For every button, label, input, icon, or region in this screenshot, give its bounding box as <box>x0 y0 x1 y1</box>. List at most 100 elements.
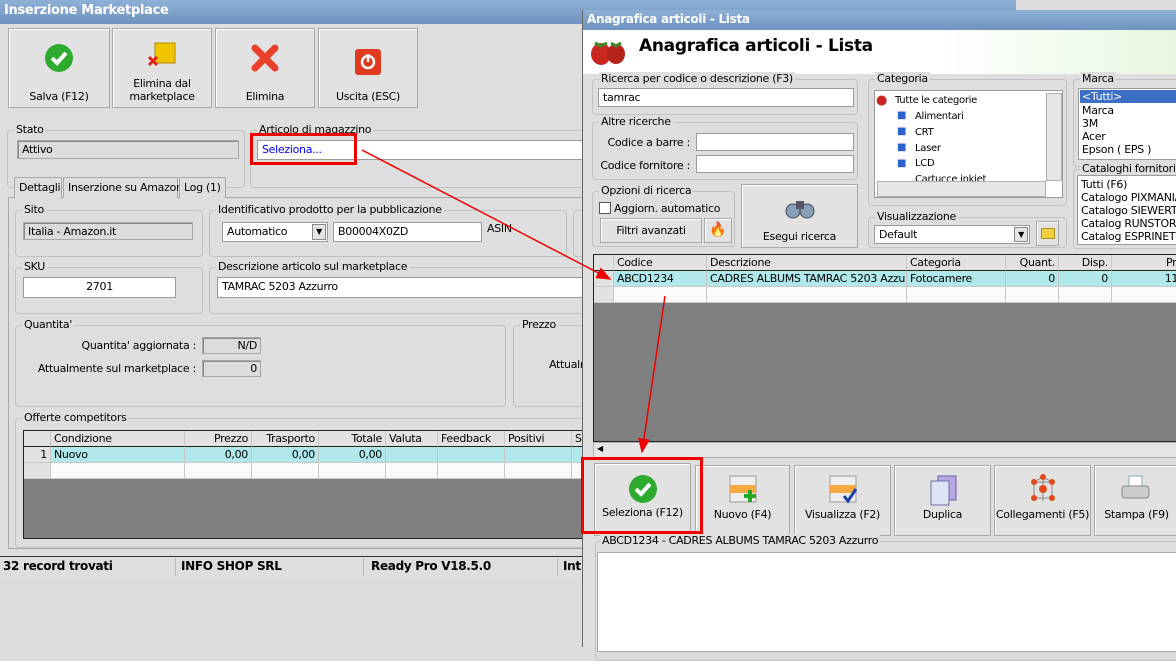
chevron-down-icon[interactable]: ▼ <box>1014 227 1028 242</box>
offerte-cell[interactable] <box>51 463 185 479</box>
articoli-cell[interactable] <box>614 287 707 303</box>
grid-horizontal-scrollbar[interactable]: ◀ <box>593 442 1176 458</box>
cataloghi-list[interactable]: Tutti (F6) Catalogo PIXMANIA Catalogo SI… <box>1077 175 1176 245</box>
scroll-left-icon[interactable]: ◀ <box>597 444 603 453</box>
offerte-cell[interactable] <box>185 463 252 479</box>
offerte-cell[interactable] <box>252 463 319 479</box>
articoli-cell[interactable] <box>707 287 907 303</box>
codice-fornitore-input[interactable] <box>696 155 854 173</box>
category-item[interactable]: LCD <box>915 158 935 169</box>
category-item[interactable]: Laser <box>915 143 941 154</box>
articoli-cell[interactable] <box>907 287 1006 303</box>
offerte-row[interactable]: 1 Nuovo 0,00 0,00 0,00 <box>24 447 622 463</box>
elimina-button[interactable]: Elimina <box>215 28 315 108</box>
offerte-cell[interactable]: 0,00 <box>252 447 319 463</box>
articoli-grid[interactable]: CodiceDescrizioneCategoriaQuant.Disp.Pre… <box>593 254 1176 442</box>
catalogo-item[interactable]: Catalogo PIXMANIA <box>1081 191 1176 204</box>
marca-item-selected[interactable]: <Tutti> <box>1080 90 1176 103</box>
offerte-column-header[interactable]: Feedback <box>438 431 505 447</box>
duplica-button[interactable]: Duplica <box>894 465 991 536</box>
articoli-cell[interactable]: CADRES ALBUMS TAMRAC 5203 Azzurro <box>707 271 907 287</box>
catalogo-item[interactable]: Tutti (F6) <box>1081 178 1127 191</box>
offerte-column-header[interactable]: Valuta <box>386 431 438 447</box>
articoli-cell[interactable] <box>1112 287 1176 303</box>
collegamenti-button[interactable]: Collegamenti (F5) <box>994 465 1091 536</box>
search-input[interactable]: tamrac <box>598 88 854 107</box>
articoli-empty-row[interactable] <box>594 287 1176 303</box>
marca-list[interactable]: <Tutti> Marca 3M Acer Epson ( EPS ) <box>1078 88 1176 160</box>
visualizza-button[interactable]: Visualizza (F2) <box>794 465 891 536</box>
offerte-column-header[interactable]: Positivi <box>505 431 572 447</box>
vertical-scrollbar[interactable] <box>1046 93 1062 181</box>
offerte-column-header[interactable]: Totale <box>319 431 386 447</box>
offerte-cell[interactable] <box>438 463 505 479</box>
offerte-column-header[interactable] <box>24 431 51 447</box>
chevron-down-icon[interactable]: ▼ <box>312 224 326 240</box>
sku-field[interactable]: 2701 <box>23 277 176 298</box>
articoli-cell[interactable]: 0 <box>1006 271 1059 287</box>
offerte-cell[interactable] <box>505 447 572 463</box>
seleziona-button[interactable]: Seleziona (F12) <box>594 463 691 536</box>
descrizione-field[interactable]: TAMRAC 5203 Azzurro <box>217 277 597 298</box>
offerte-cell[interactable]: 1 <box>24 447 51 463</box>
offerte-column-header[interactable]: Condizione <box>51 431 185 447</box>
salva-button[interactable]: Salva (F12) <box>8 28 110 108</box>
offerte-cell[interactable] <box>24 463 51 479</box>
nuovo-button[interactable]: Nuovo (F4) <box>695 465 790 536</box>
asin-field[interactable]: B00004X0ZD <box>333 222 482 242</box>
catalogo-item[interactable]: Catalogo SIEWERT <box>1081 204 1176 217</box>
marca-item[interactable]: Epson ( EPS ) <box>1082 143 1151 156</box>
articoli-cell[interactable] <box>1006 287 1059 303</box>
elimina-marketplace-button[interactable]: Elimina dal marketplace <box>112 28 212 108</box>
articoli-column-header[interactable]: Disp. <box>1059 255 1112 271</box>
visualizzazione-select[interactable]: Default ▼ <box>874 225 1030 244</box>
articoli-cell[interactable]: ABCD1234 <box>614 271 707 287</box>
offerte-header-row[interactable]: Condizione Prezzo Trasporto Totale Valuta Fee… <box>24 431 622 447</box>
articoli-header-row[interactable]: CodiceDescrizioneCategoriaQuant.Disp.Pre… <box>594 255 1176 271</box>
aggiorn-automatico-checkbox[interactable] <box>599 202 611 214</box>
identificativo-select[interactable]: Automatico ▼ <box>222 222 328 242</box>
folder-button[interactable] <box>1036 221 1059 246</box>
articoli-cell[interactable]: 0 <box>1059 271 1112 287</box>
horizontal-scrollbar[interactable] <box>877 181 1046 197</box>
articoli-column-header[interactable]: Descrizione <box>707 255 907 271</box>
offerte-empty-row[interactable] <box>24 463 622 479</box>
articolo-select-field[interactable]: Seleziona... <box>257 140 597 160</box>
tab-log[interactable]: Log (1) <box>179 177 226 198</box>
articoli-column-header[interactable] <box>594 255 614 271</box>
marca-item[interactable]: Acer <box>1082 130 1106 143</box>
category-item[interactable]: Tutte le categorie <box>895 95 977 106</box>
offerte-grid[interactable]: Condizione Prezzo Trasporto Totale Valuta Fee… <box>23 430 623 539</box>
articoli-column-header[interactable]: Categoria <box>907 255 1006 271</box>
offerte-cell[interactable] <box>386 447 438 463</box>
offerte-cell[interactable] <box>319 463 386 479</box>
articoli-cell[interactable]: 118, <box>1112 271 1176 287</box>
offerte-cell[interactable] <box>505 463 572 479</box>
marca-item[interactable]: 3M <box>1082 117 1098 130</box>
marca-item[interactable]: Marca <box>1082 104 1114 117</box>
categoria-tree[interactable]: ● Tutte le categorie ■ Alimentari ■ CRT ■ L… <box>874 90 1063 198</box>
articoli-cell[interactable] <box>594 287 614 303</box>
category-item[interactable]: Alimentari <box>915 111 964 122</box>
offerte-column-header[interactable]: Prezzo <box>185 431 252 447</box>
offerte-column-header[interactable]: Trasporto <box>252 431 319 447</box>
catalogo-item[interactable]: Catalog RUNSTORE <box>1081 217 1176 230</box>
offerte-cell[interactable] <box>438 447 505 463</box>
articoli-cell[interactable] <box>594 271 614 287</box>
tab-inserzione-amazon[interactable]: Inserzione su Amazon <box>63 177 183 198</box>
tab-dettagli[interactable]: Dettagli <box>14 177 62 199</box>
catalogo-item[interactable]: Catalog ESPRINET S <box>1081 230 1176 243</box>
articoli-cell[interactable] <box>1059 287 1112 303</box>
articoli-column-header[interactable]: Prez <box>1112 255 1176 271</box>
category-item[interactable]: CRT <box>915 127 934 138</box>
stampa-button[interactable]: Stampa (F9) <box>1094 465 1176 536</box>
offerte-cell[interactable]: 0,00 <box>185 447 252 463</box>
uscita-button[interactable]: Uscita (ESC) <box>318 28 418 108</box>
offerte-cell[interactable] <box>386 463 438 479</box>
offerte-cell[interactable]: Nuovo <box>51 447 185 463</box>
filtri-avanzati-button[interactable]: Filtri avanzati <box>600 218 702 243</box>
codice-barre-input[interactable] <box>696 133 854 151</box>
articoli-column-header[interactable]: Quant. <box>1006 255 1059 271</box>
offerte-cell[interactable]: 0,00 <box>319 447 386 463</box>
articoli-cell[interactable]: Fotocamere <box>907 271 1006 287</box>
